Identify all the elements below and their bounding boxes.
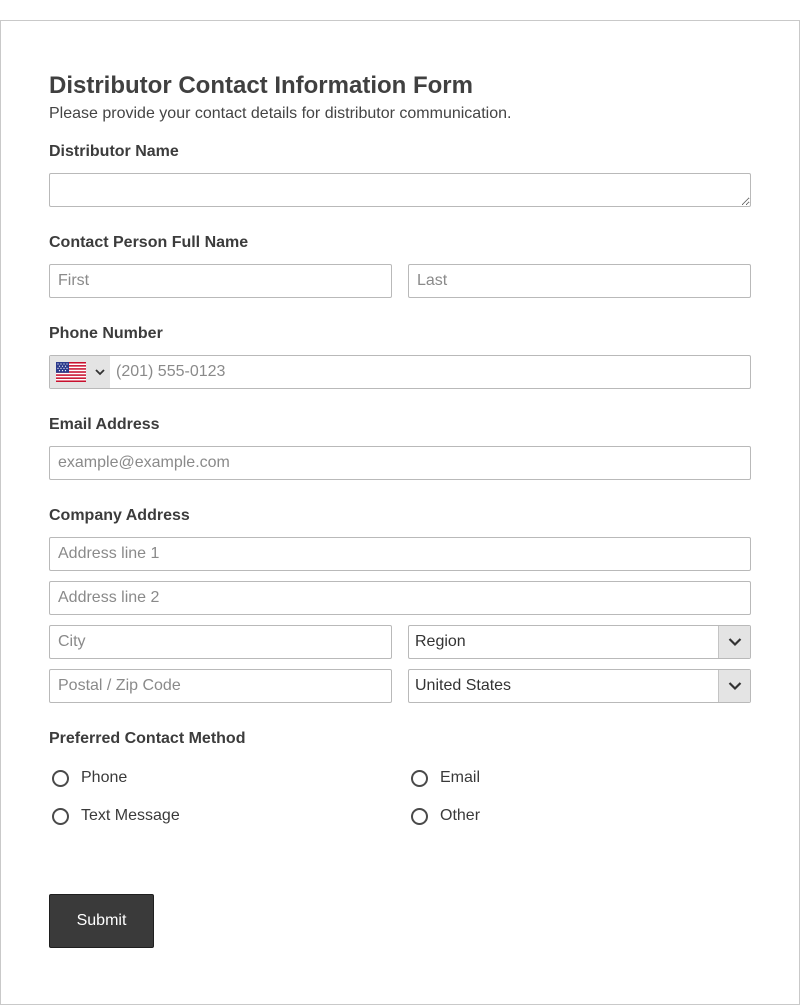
region-select-arrow bbox=[718, 626, 750, 658]
radio-button[interactable] bbox=[411, 807, 428, 825]
postal-code-input[interactable] bbox=[49, 669, 392, 703]
submit-button[interactable]: Submit bbox=[49, 894, 154, 948]
distributor-name-label: Distributor Name bbox=[49, 143, 179, 160]
chevron-down-icon bbox=[728, 682, 741, 691]
chevron-down-icon bbox=[95, 369, 105, 376]
phone-input[interactable] bbox=[110, 356, 750, 388]
radio-label: Email bbox=[440, 769, 481, 786]
form-container: Distributor Contact Information Form Ple… bbox=[0, 20, 800, 1005]
contact-person-label: Contact Person Full Name bbox=[49, 234, 249, 251]
last-name-input[interactable] bbox=[408, 264, 751, 298]
radio-option-phone[interactable]: Phone bbox=[49, 769, 127, 787]
company-address-label: Company Address bbox=[49, 507, 190, 524]
region-select[interactable]: Region bbox=[408, 625, 751, 659]
country-select[interactable]: United States bbox=[408, 669, 751, 703]
region-select-value: Region bbox=[415, 633, 466, 650]
form-subtitle: Please provide your contact details for … bbox=[49, 105, 512, 122]
radio-label: Other bbox=[440, 807, 481, 824]
email-input[interactable] bbox=[49, 446, 751, 480]
us-flag-icon bbox=[56, 362, 86, 382]
address-line1-input[interactable] bbox=[49, 537, 751, 571]
distributor-name-input[interactable] bbox=[49, 173, 751, 207]
email-label: Email Address bbox=[49, 416, 160, 433]
first-name-input[interactable] bbox=[49, 264, 392, 298]
phone-field bbox=[49, 355, 751, 389]
country-select-value: United States bbox=[415, 677, 512, 694]
radio-option-email[interactable]: Email bbox=[408, 769, 480, 787]
chevron-down-icon bbox=[728, 638, 741, 647]
country-select-arrow bbox=[718, 670, 750, 702]
radio-button[interactable] bbox=[411, 769, 428, 787]
country-code-select[interactable] bbox=[50, 356, 110, 388]
phone-label: Phone Number bbox=[49, 325, 163, 342]
radio-label: Phone bbox=[81, 769, 128, 786]
radio-option-text-message[interactable]: Text Message bbox=[49, 807, 180, 825]
form-title: Distributor Contact Information Form bbox=[49, 72, 473, 99]
city-input[interactable] bbox=[49, 625, 392, 659]
contact-method-label: Preferred Contact Method bbox=[49, 730, 246, 747]
radio-label: Text Message bbox=[81, 807, 180, 824]
address-line2-input[interactable] bbox=[49, 581, 751, 615]
radio-button[interactable] bbox=[52, 807, 69, 825]
radio-option-other[interactable]: Other bbox=[408, 807, 480, 825]
radio-button[interactable] bbox=[52, 769, 69, 787]
